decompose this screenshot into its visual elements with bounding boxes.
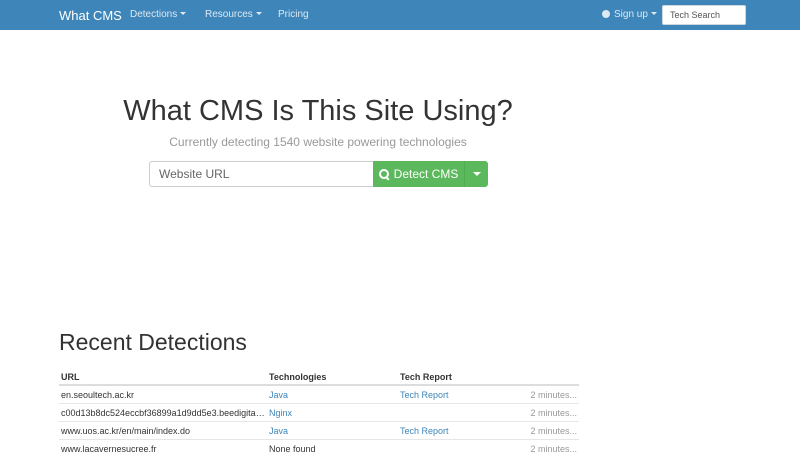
detect-options-toggle[interactable]	[464, 161, 488, 187]
navbar: What CMS Detections Resources Pricing Si…	[0, 0, 800, 30]
row-technology-link[interactable]: Nginx	[269, 408, 292, 418]
table-row: c00d13b8dc524eccbf36899a1d9dd5e3.beedigi…	[59, 404, 579, 422]
caret-down-icon	[180, 12, 187, 15]
caret-down-icon	[255, 12, 262, 15]
column-header-tech-report: Tech Report	[400, 372, 452, 382]
recent-detections-title: Recent Detections	[59, 329, 247, 355]
user-icon	[602, 10, 610, 18]
row-technology-text: None found	[269, 444, 316, 453]
caret-down-icon	[472, 172, 481, 176]
row-technology-link[interactable]: Java	[269, 390, 288, 400]
signup-menu[interactable]: Sign up	[602, 9, 657, 20]
nav-pricing[interactable]: Pricing	[278, 9, 309, 20]
row-time: 2 minutes...	[530, 426, 577, 436]
nav-detections[interactable]: Detections	[130, 9, 187, 20]
table-row: www.uos.ac.kr/en/main/index.do Java Tech…	[59, 422, 579, 440]
row-technology-link[interactable]: Java	[269, 426, 288, 436]
column-header-technologies: Technologies	[269, 372, 327, 382]
row-time: 2 minutes...	[530, 444, 577, 453]
row-tech-report-link[interactable]: Tech Report	[400, 390, 449, 400]
tech-search-input[interactable]	[662, 5, 746, 25]
column-header-url: URL	[61, 372, 80, 382]
row-url: www.uos.ac.kr/en/main/index.do	[61, 426, 191, 436]
nav-resources[interactable]: Resources	[205, 9, 262, 20]
table-row: www.lacavernesucree.fr None found 2 minu…	[59, 440, 579, 453]
website-url-input[interactable]	[149, 161, 373, 187]
detect-cms-button[interactable]: Detect CMS	[373, 161, 464, 187]
brand-logo[interactable]: What CMS	[59, 8, 122, 23]
search-icon	[378, 169, 389, 179]
row-time: 2 minutes...	[530, 408, 577, 418]
row-time: 2 minutes...	[530, 390, 577, 400]
table-header: URL Technologies Tech Report	[59, 368, 579, 386]
caret-down-icon	[650, 12, 657, 15]
table-row: en.seoultech.ac.kr Java Tech Report 2 mi…	[59, 386, 579, 404]
page-subtitle: Currently detecting 1540 website powerin…	[169, 135, 467, 149]
row-tech-report-link[interactable]: Tech Report	[400, 426, 449, 436]
page-title: What CMS Is This Site Using?	[123, 95, 513, 127]
row-url: c00d13b8dc524eccbf36899a1d9dd5e3.beedigi…	[61, 408, 265, 418]
row-url: www.lacavernesucree.fr	[61, 444, 157, 453]
recent-detections-table: URL Technologies Tech Report en.seoultec…	[59, 368, 579, 453]
row-url: en.seoultech.ac.kr	[61, 390, 135, 400]
